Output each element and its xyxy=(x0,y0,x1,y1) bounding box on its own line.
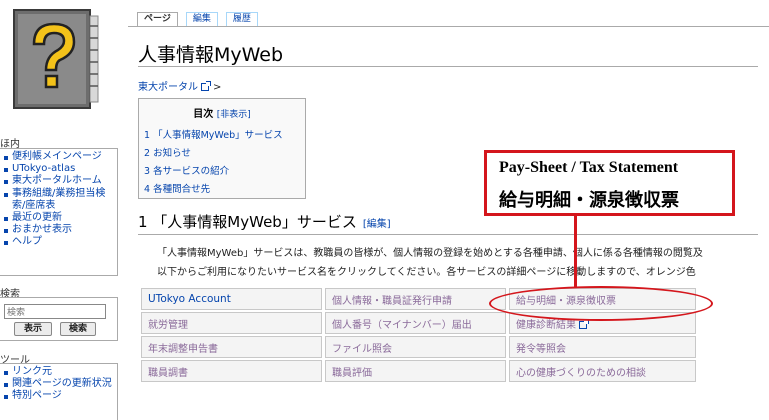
external-link-icon xyxy=(201,81,211,91)
toc-item-news[interactable]: 2 お知らせ xyxy=(144,145,191,159)
tools-portlet: リンク元 関連ページの更新状況 特別ページ xyxy=(0,363,118,420)
search-portlet: 表示 検索 xyxy=(0,297,118,341)
search-button[interactable]: 検索 xyxy=(60,322,96,336)
nav-item-office-search[interactable]: 事務組織/業務担当検索/座席表 xyxy=(0,188,110,212)
tab-edit[interactable]: 編集 xyxy=(185,12,218,26)
breadcrumb: 東大ポータル > xyxy=(138,78,221,93)
page-title: 人事情報MyWeb xyxy=(138,44,284,66)
nav-item-recent-changes[interactable]: 最近の更新 xyxy=(0,212,117,224)
service-file-inquiry[interactable]: ファイル照会 xyxy=(325,336,506,358)
annotation-japanese-label: 給与明細・源泉徴収票 xyxy=(499,190,679,211)
tab-history[interactable]: 履歴 xyxy=(225,12,258,26)
nav-item-portal-home[interactable]: 東大ポータルホーム xyxy=(0,175,117,187)
section-edit-link[interactable]: [編集] xyxy=(363,219,391,230)
table-row: 年末調整申告書 ファイル照会 発令等照会 xyxy=(141,336,696,358)
go-button[interactable]: 表示 xyxy=(14,322,52,336)
tools-item-related-changes[interactable]: 関連ページの更新状況 xyxy=(0,378,117,390)
breadcrumb-link-portal[interactable]: 東大ポータル xyxy=(138,82,198,93)
table-of-contents: 目次 [非表示] 1 「人事情報MyWeb」サービス 2 お知らせ 3 各サービ… xyxy=(138,98,306,199)
section-heading: 1 「人事情報MyWeb」サービス [編集] xyxy=(138,211,391,232)
annotation-callout: Pay-Sheet / Tax Statement 給与明細・源泉徴収票 xyxy=(484,150,735,216)
annotation-english-label: Pay-Sheet / Tax Statement xyxy=(499,159,679,176)
toc-item-contacts[interactable]: 4 各種問合せ先 xyxy=(144,181,210,195)
service-utokyo-account[interactable]: UTokyo Account xyxy=(141,288,322,310)
tools-item-special-pages[interactable]: 特別ページ xyxy=(0,390,117,402)
toc-item-services-intro[interactable]: 3 各サービスの紹介 xyxy=(144,163,229,177)
service-appointment-inquiry[interactable]: 発令等照会 xyxy=(509,336,696,358)
intro-text-line-2: 以下からご利用になりたいサービス名をクリックしてください。各サービスの詳細ページ… xyxy=(157,267,696,278)
tab-divider xyxy=(128,26,769,27)
service-health-checkup-label: 健康診断結果 xyxy=(516,319,576,331)
nav-portlet: 便利帳メインページ UTokyo-atlas 東大ポータルホーム 事務組織/業務… xyxy=(0,148,118,276)
section-divider xyxy=(138,234,758,235)
service-my-number[interactable]: 個人番号（マイナンバー）届出 xyxy=(325,312,506,334)
table-row: 職員調書 職員評価 心の健康づくりのための相談 xyxy=(141,360,696,382)
nav-item-help[interactable]: ヘルプ xyxy=(0,236,117,248)
service-staff-evaluation[interactable]: 職員評価 xyxy=(325,360,506,382)
service-attendance[interactable]: 就労管理 xyxy=(141,312,322,334)
tab-page[interactable]: ページ xyxy=(137,12,178,26)
annotation-highlight-ellipse xyxy=(489,286,713,321)
wiki-logo[interactable] xyxy=(6,4,102,114)
nav-item-main-page[interactable]: 便利帳メインページ xyxy=(0,151,117,163)
tools-item-what-links-here[interactable]: リンク元 xyxy=(0,366,117,378)
nav-item-utokyo-atlas[interactable]: UTokyo-atlas xyxy=(0,163,117,175)
annotation-connector xyxy=(574,216,577,288)
service-mental-health[interactable]: 心の健康づくりのための相談 xyxy=(509,360,696,382)
service-personal-info-id-card[interactable]: 個人情報・職員証発行申請 xyxy=(325,288,506,310)
search-input[interactable] xyxy=(4,304,106,319)
page-tabs: ページ 編集 履歴 xyxy=(137,12,266,26)
breadcrumb-separator: > xyxy=(213,82,222,93)
toc-title: 目次 xyxy=(193,109,214,120)
service-staff-record[interactable]: 職員調書 xyxy=(141,360,322,382)
title-divider xyxy=(138,66,758,67)
intro-text-line-1: 「人事情報MyWeb」サービスは、教職員の皆様が、個人情報の登録を始めとする各種… xyxy=(157,248,703,259)
toc-heading: 目次 [非表示] xyxy=(139,105,305,120)
section-title: 1 「人事情報MyWeb」サービス xyxy=(138,213,357,231)
toc-item-service[interactable]: 1 「人事情報MyWeb」サービス xyxy=(144,127,283,141)
external-link-icon xyxy=(579,318,589,329)
toc-toggle[interactable]: [非表示] xyxy=(217,110,251,120)
service-year-end-adjustment[interactable]: 年末調整申告書 xyxy=(141,336,322,358)
nav-item-random[interactable]: おまかせ表示 xyxy=(0,224,117,236)
